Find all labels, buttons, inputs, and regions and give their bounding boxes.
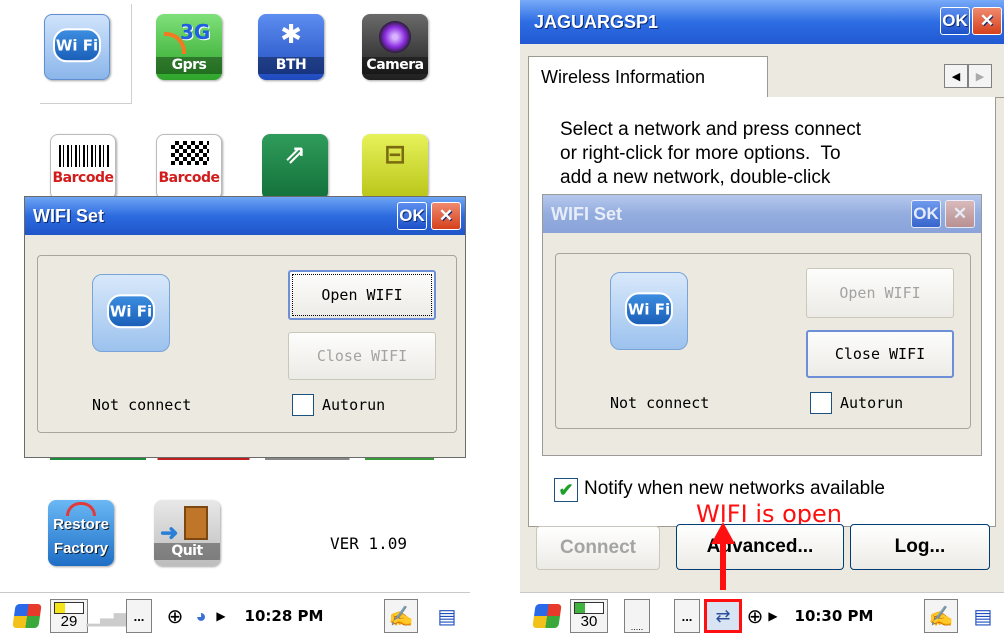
wifi-set-dialog-right: WIFI Set OK ✕ Wi Fi Open WIFI Close WIFI…: [542, 194, 982, 456]
taskbar: 29 ▁▃▅ ... ⊕ ◕ ▶ 10:28 PM ✍ ▤: [0, 592, 470, 641]
input-panel-icon-right[interactable]: ✍: [924, 599, 958, 633]
window-title-bar: JAGUARGSP1 OK ✕: [520, 0, 1004, 44]
desktop-switch-icon-right[interactable]: ▤: [968, 599, 998, 633]
gprs-app-icon[interactable]: 3G Gprs: [156, 14, 222, 80]
close-wifi-button-right[interactable]: Close WIFI: [806, 330, 954, 378]
tab-scroll-right[interactable]: ▶: [968, 64, 992, 88]
window-ok-button[interactable]: OK: [940, 7, 970, 35]
wifi-large-icon-right: Wi Fi: [610, 272, 688, 350]
close-wifi-button[interactable]: Close WIFI: [288, 332, 436, 380]
dialog-title-bar: WIFI Set OK ✕: [25, 197, 465, 235]
bth-app-icon[interactable]: ✱ BTH: [258, 14, 324, 80]
log-button[interactable]: Log...: [850, 524, 990, 570]
wifi-logo-large: Wi Fi: [107, 294, 155, 329]
quit-app-icon[interactable]: ➜ Quit: [154, 500, 220, 566]
wifi-group-box: Wi Fi Open WIFI Close WIFI Not connect A…: [37, 255, 457, 433]
wifi-large-icon: Wi Fi: [92, 274, 170, 352]
info-line-2: or right-click for more options. To: [560, 143, 841, 164]
autorun-label-right: Autorun: [840, 394, 904, 412]
camera-lens-icon: [379, 21, 411, 53]
bth-label: BTH: [258, 57, 324, 74]
signal-bars-icon[interactable]: ▁▃▅: [86, 599, 128, 633]
gprs-badge: 3G: [180, 20, 211, 44]
barcode-label: Barcode: [52, 170, 114, 186]
notify-checkbox[interactable]: ✔: [554, 478, 578, 502]
selection-frame: [40, 4, 132, 104]
barcode-icon: [59, 145, 109, 167]
network-icon[interactable]: ⊕: [162, 599, 188, 633]
desktop-switch-icon[interactable]: ▤: [432, 599, 462, 633]
expand-arrow-icon[interactable]: ▶: [214, 599, 228, 633]
door-icon: [184, 506, 208, 540]
dialog-close-button-right[interactable]: ✕: [945, 200, 975, 228]
connection-status-right: Not connect: [610, 394, 710, 412]
open-wifi-button-right[interactable]: Open WIFI: [806, 268, 954, 318]
barcode-app-icon[interactable]: Barcode: [50, 134, 116, 200]
clock-right[interactable]: 10:30 PM: [782, 599, 886, 633]
restore-factory-app-icon[interactable]: Restore Factory: [48, 500, 114, 566]
battery-indicator[interactable]: 29: [50, 599, 88, 633]
open-wifi-button[interactable]: Open WIFI: [288, 270, 436, 320]
network-icon-right[interactable]: ⊕: [744, 599, 766, 633]
version-label: VER 1.09: [330, 534, 408, 553]
wifi-group-box-right: Wi Fi Open WIFI Close WIFI Not connect A…: [555, 253, 971, 429]
overflow-button-right[interactable]: ...: [674, 599, 700, 633]
left-screen: Wi Fi 3G Gprs ✱ BTH Camera Barcode Barco…: [0, 0, 470, 641]
wifi-set-dialog: WIFI Set OK ✕ Wi Fi Open WIFI Close WIFI…: [24, 196, 466, 458]
start-windows-icon[interactable]: [8, 599, 46, 633]
usb-icon: ⇗: [284, 140, 306, 170]
autorun-label: Autorun: [322, 396, 386, 414]
right-screen: JAGUARGSP1 OK ✕ Wireless Information ◀ ▶…: [520, 0, 1004, 641]
dialog-title-right: WIFI Set: [551, 203, 622, 224]
dialog-title: WIFI Set: [33, 205, 104, 226]
exit-arrow-icon: ➜: [160, 520, 179, 545]
refresh-arrow-icon: [66, 502, 96, 516]
ok-button[interactable]: OK: [397, 202, 427, 230]
connect-button[interactable]: Connect: [536, 526, 660, 570]
notify-label: Notify when new networks available: [584, 478, 885, 499]
overflow-button[interactable]: ...: [126, 599, 152, 633]
info-line-3: add a new network, double-click: [560, 167, 831, 188]
qr-barcode-app-icon[interactable]: Barcode: [156, 134, 222, 200]
dialog-title-bar-right: WIFI Set OK ✕: [543, 195, 981, 233]
restore-label-line2: Factory: [53, 540, 109, 557]
annotation-arrow-shaft: [720, 540, 726, 590]
restore-label-line1: Restore: [53, 516, 109, 533]
serial-port-icon: ⊟: [384, 140, 406, 170]
usb-app-icon[interactable]: ⇗: [262, 134, 328, 200]
placeholder-slot[interactable]: .....: [624, 599, 650, 633]
autorun-checkbox-right[interactable]: [810, 392, 832, 414]
serial-app-icon[interactable]: ⊟: [362, 134, 428, 200]
advanced-button[interactable]: Advanced...: [676, 524, 844, 570]
info-line-1: Select a network and press connect: [560, 119, 862, 140]
taskbar-right: 30 ..... ... ⇄ ⊕ ▶ 10:30 PM ✍ ▤: [520, 592, 1004, 641]
wifi-connected-icon[interactable]: ⇄: [704, 599, 742, 633]
qr-barcode-label: Barcode: [158, 170, 220, 186]
tab-scroll-left[interactable]: ◀: [944, 64, 968, 88]
camera-app-icon[interactable]: Camera: [362, 14, 428, 80]
annotation-arrow-head: [711, 522, 735, 544]
start-windows-icon-right[interactable]: [528, 599, 566, 633]
window-close-button[interactable]: ✕: [972, 7, 1002, 35]
wifi-logo-large-right: Wi Fi: [625, 292, 673, 327]
window-title: JAGUARGSP1: [534, 11, 659, 32]
dialog-ok-button-right[interactable]: OK: [911, 200, 941, 228]
battery-indicator-right[interactable]: 30: [570, 599, 608, 633]
connection-status: Not connect: [92, 396, 192, 414]
input-panel-icon[interactable]: ✍: [384, 599, 418, 633]
qr-code-icon: [171, 141, 209, 165]
battery-level: 29: [60, 613, 78, 630]
autorun-checkbox[interactable]: [292, 394, 314, 416]
clock[interactable]: 10:28 PM: [230, 599, 338, 633]
sync-icon[interactable]: ◕: [188, 599, 214, 633]
camera-label: Camera: [362, 57, 428, 74]
close-button[interactable]: ✕: [431, 202, 461, 230]
battery-level-right: 30: [580, 613, 598, 630]
tab-wireless-information[interactable]: Wireless Information: [528, 56, 768, 98]
bluetooth-icon: ✱: [280, 20, 302, 50]
gprs-label: Gprs: [156, 57, 222, 74]
expand-arrow-icon-right[interactable]: ▶: [766, 599, 780, 633]
